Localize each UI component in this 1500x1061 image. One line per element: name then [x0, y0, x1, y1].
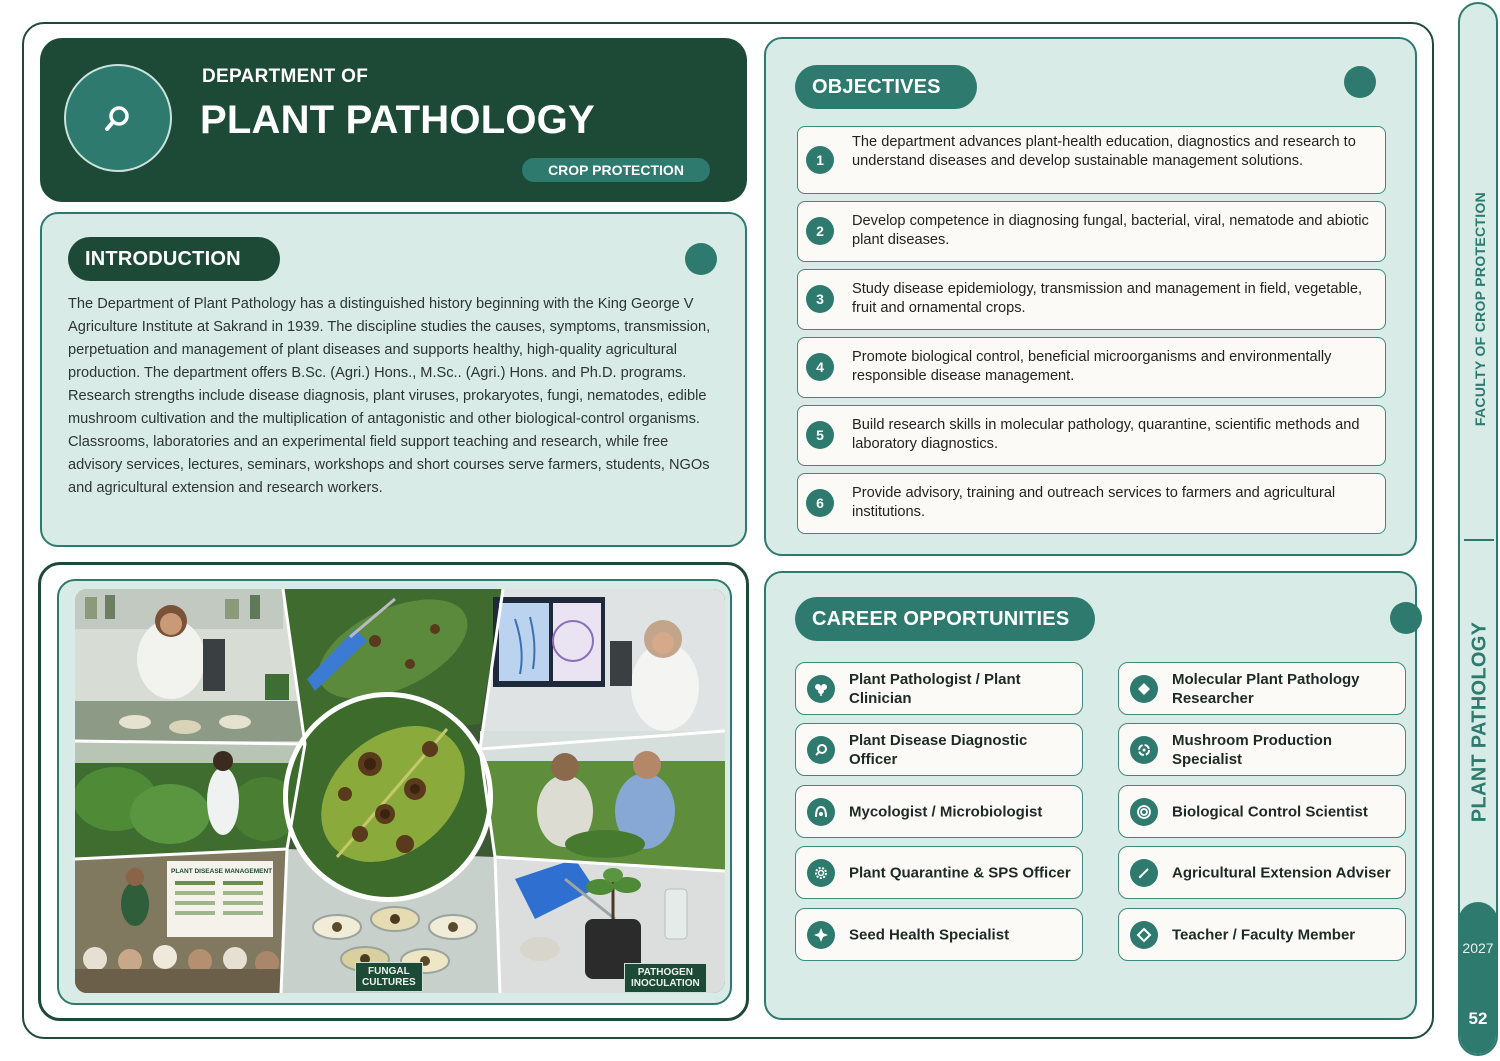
objective-number: 4 [806, 353, 834, 381]
career-item: Mushroom Production Specialist [1118, 723, 1406, 776]
career-item: Plant Disease Diagnostic Officer [795, 723, 1083, 776]
career-label: Plant Quarantine & SPS Officer [849, 864, 1071, 881]
objective-text: The department advances plant-health edu… [852, 134, 1356, 169]
diamond-icon [1130, 675, 1158, 703]
page-title: PLANT PATHOLOGY [200, 98, 595, 142]
objective-number: 1 [806, 146, 834, 174]
department-header: DEPARTMENT OF PLANT PATHOLOGY CROP PROTE… [40, 38, 747, 202]
magnifier-icon [64, 64, 172, 172]
decorative-dot [1390, 602, 1422, 634]
objective-item: 3 Study disease epidemiology, transmissi… [797, 269, 1386, 330]
objective-text: Promote biological control, beneficial m… [852, 349, 1332, 384]
career-item: Molecular Plant Pathology Researcher [1118, 662, 1406, 715]
search-icon [807, 736, 835, 764]
side-tab: FACULTY OF CROP PROTECTION PLANT PATHOLO… [1458, 2, 1498, 1056]
objective-number: 6 [806, 489, 834, 517]
year-label: 2027 [1462, 940, 1494, 956]
side-divider [1464, 539, 1494, 541]
career-label: Mycologist / Microbiologist [849, 803, 1043, 820]
career-item: Agricultural Extension Adviser [1118, 846, 1406, 899]
target-icon [1130, 798, 1158, 826]
poster-title: PLANT DISEASE MANAGEMENT [171, 868, 272, 875]
photo-collage-frame: PLANT DISEASE MANAGEMENT FUNGAL CULTURES… [38, 562, 749, 1021]
microbe-icon [807, 798, 835, 826]
department-label: PLANT PATHOLOGY [1468, 621, 1491, 823]
recycle-icon [1130, 736, 1158, 764]
career-label: Seed Health Specialist [849, 926, 1010, 943]
career-item: Biological Control Scientist [1118, 785, 1406, 838]
introduction-panel: INTRODUCTION The Department of Plant Pat… [40, 212, 747, 547]
faculty-label: FACULTY OF CROP PROTECTION [1472, 191, 1488, 427]
career-item: Plant Quarantine & SPS Officer [795, 846, 1083, 899]
pathogen-inoculation-label: PATHOGEN INOCULATION [624, 963, 707, 993]
objective-item: 2 Develop competence in diagnosing funga… [797, 201, 1386, 262]
gear-icon [807, 859, 835, 887]
objective-text: Build research skills in molecular patho… [852, 417, 1360, 452]
crop-protection-badge: CROP PROTECTION [522, 158, 710, 182]
career-label: Biological Control Scientist [1172, 803, 1368, 820]
pen-icon [1130, 859, 1158, 887]
diamond-outline-icon [1130, 921, 1158, 949]
decorative-dot [685, 243, 717, 275]
career-item: Teacher / Faculty Member [1118, 908, 1406, 961]
objective-number: 5 [806, 421, 834, 449]
photo-collage: PLANT DISEASE MANAGEMENT FUNGAL CULTURES… [75, 589, 725, 993]
career-item: Seed Health Specialist [795, 908, 1083, 961]
objective-item: 4 Promote biological control, beneficial… [797, 337, 1386, 398]
photo-collage-inner: PLANT DISEASE MANAGEMENT FUNGAL CULTURES… [57, 579, 732, 1005]
header-overline: DEPARTMENT OF [202, 66, 369, 87]
career-label: Agricultural Extension Adviser [1172, 864, 1391, 881]
career-opportunities-heading: CAREER OPPORTUNITIES [795, 597, 1095, 641]
decorative-dot [1344, 66, 1376, 98]
career-label: Mushroom Production Specialist [1172, 731, 1332, 768]
objective-number: 2 [806, 217, 834, 245]
introduction-heading: INTRODUCTION [68, 237, 280, 281]
objective-number: 3 [806, 285, 834, 313]
career-label: Molecular Plant Pathology Researcher [1172, 670, 1360, 707]
side-tab-footer [1460, 902, 1496, 1054]
career-item: Mycologist / Microbiologist [795, 785, 1083, 838]
objective-item: 1 The department advances plant-health e… [797, 126, 1386, 194]
career-item: Plant Pathologist / Plant Clinician [795, 662, 1083, 715]
leaf-icon [807, 675, 835, 703]
career-label: Plant Pathologist / Plant Clinician [849, 670, 1021, 707]
sparkle-icon [807, 921, 835, 949]
objectives-heading: OBJECTIVES [795, 65, 977, 109]
career-label: Plant Disease Diagnostic Officer [849, 731, 1028, 768]
fungal-cultures-label: FUNGAL CULTURES [355, 962, 423, 992]
objectives-panel: OBJECTIVES 1 The department advances pla… [764, 37, 1417, 556]
objective-item: 5 Build research skills in molecular pat… [797, 405, 1386, 466]
objective-item: 6 Provide advisory, training and outreac… [797, 473, 1386, 534]
objective-text: Study disease epidemiology, transmission… [852, 281, 1362, 316]
career-label: Teacher / Faculty Member [1172, 926, 1356, 943]
introduction-text: The Department of Plant Pathology has a … [68, 296, 711, 496]
career-opportunities-panel: CAREER OPPORTUNITIES Plant Pathologist /… [764, 571, 1422, 1020]
objective-text: Develop competence in diagnosing fungal,… [852, 213, 1369, 248]
page-number: 52 [1468, 1009, 1488, 1028]
objective-text: Provide advisory, training and outreach … [852, 485, 1336, 520]
